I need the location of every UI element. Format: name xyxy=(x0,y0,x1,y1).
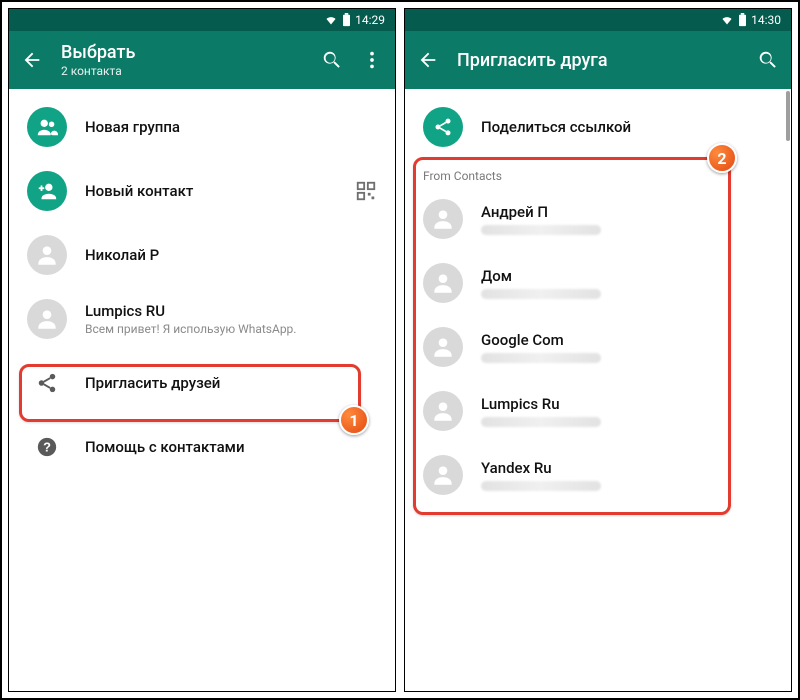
appbar-title: Выбрать xyxy=(61,42,303,63)
appbar-title: Пригласить друга xyxy=(457,50,739,71)
contact-row[interactable]: Николай Р xyxy=(9,223,395,287)
statusbar: 14:29 xyxy=(9,9,395,31)
avatar-icon xyxy=(423,455,463,495)
contact-phone-blurred xyxy=(481,417,601,427)
invite-contact-row[interactable]: Дом xyxy=(405,251,791,315)
contact-row[interactable]: Lumpics RU Всем привет! Я использую What… xyxy=(9,287,395,351)
contact-name: Lumpics RU xyxy=(85,302,377,320)
phone-left: 14:29 Выбрать 2 контакта xyxy=(8,8,396,692)
avatar-icon xyxy=(423,391,463,431)
invite-contact-row[interactable]: Google Com xyxy=(405,315,791,379)
wifi-icon xyxy=(720,14,734,26)
contact-phone-blurred xyxy=(481,289,601,299)
add-person-icon xyxy=(27,171,67,211)
row-label: Поделиться ссылкой xyxy=(481,118,773,136)
svg-text:?: ? xyxy=(43,440,51,455)
phone-right: 14:30 Пригласить друга Поделиться ссыл xyxy=(404,8,792,692)
share-link-row[interactable]: Поделиться ссылкой xyxy=(405,95,791,159)
contact-phone-blurred xyxy=(481,353,601,363)
invite-list[interactable]: Поделиться ссылкой From Contacts Андрей … xyxy=(405,89,791,691)
contact-phone-blurred xyxy=(481,481,601,491)
section-header: From Contacts xyxy=(405,159,791,187)
contact-name: Андрей П xyxy=(481,203,773,221)
row-label: Помощь с контактами xyxy=(85,438,377,456)
avatar-icon xyxy=(423,263,463,303)
invite-contact-row[interactable]: Андрей П xyxy=(405,187,791,251)
contact-name: Yandex Ru xyxy=(481,459,773,477)
appbar: Пригласить друга xyxy=(405,31,791,89)
avatar-icon xyxy=(27,299,67,339)
battery-icon xyxy=(342,13,351,27)
more-icon[interactable] xyxy=(361,49,383,71)
new-group-row[interactable]: Новая группа xyxy=(9,95,395,159)
contact-name: Google Com xyxy=(481,331,773,349)
invite-contact-row[interactable]: Yandex Ru xyxy=(405,443,791,507)
share-icon xyxy=(27,363,67,403)
appbar-titles: Выбрать 2 контакта xyxy=(61,42,303,78)
battery-icon xyxy=(738,13,747,27)
contact-status: Всем привет! Я использую WhatsApp. xyxy=(85,322,377,336)
search-icon[interactable] xyxy=(321,49,343,71)
new-contact-row[interactable]: Новый контакт xyxy=(9,159,395,223)
wifi-icon xyxy=(324,14,338,26)
contact-phone-blurred xyxy=(481,225,601,235)
avatar-icon xyxy=(423,199,463,239)
invite-friends-row[interactable]: Пригласить друзей xyxy=(9,351,395,415)
statusbar: 14:30 xyxy=(405,9,791,31)
status-time: 14:29 xyxy=(355,13,385,27)
back-icon[interactable] xyxy=(21,49,43,71)
invite-contact-row[interactable]: Lumpics Ru xyxy=(405,379,791,443)
status-time: 14:30 xyxy=(751,13,781,27)
appbar-subtitle: 2 контакта xyxy=(61,64,303,78)
help-icon: ? xyxy=(27,427,67,467)
contact-name: Lumpics Ru xyxy=(481,395,773,413)
row-label: Новый контакт xyxy=(85,182,337,200)
row-label: Пригласить друзей xyxy=(85,374,377,392)
appbar: Выбрать 2 контакта xyxy=(9,31,395,89)
appbar-titles: Пригласить друга xyxy=(457,50,739,71)
avatar-icon xyxy=(423,327,463,367)
contacts-help-row[interactable]: ? Помощь с контактами xyxy=(9,415,395,479)
back-icon[interactable] xyxy=(417,49,439,71)
contact-name: Дом xyxy=(481,267,773,285)
search-icon[interactable] xyxy=(757,49,779,71)
share-icon xyxy=(423,107,463,147)
contact-name: Николай Р xyxy=(85,246,377,264)
row-label: Новая группа xyxy=(85,118,377,136)
tutorial-frame: 14:29 Выбрать 2 контакта xyxy=(0,0,800,700)
qr-icon[interactable] xyxy=(355,180,377,202)
contact-list[interactable]: Новая группа Новый контакт Николай Р xyxy=(9,89,395,691)
scrollbar[interactable] xyxy=(786,91,790,141)
avatar-icon xyxy=(27,235,67,275)
group-icon xyxy=(27,107,67,147)
